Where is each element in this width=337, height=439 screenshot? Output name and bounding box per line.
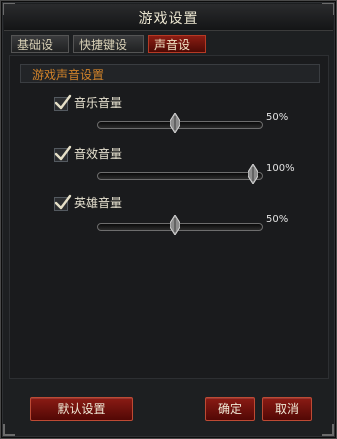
hero-volume-value: 50% bbox=[266, 214, 289, 225]
default-settings-button[interactable]: 默认设置 bbox=[30, 397, 133, 421]
hero-volume-slider[interactable] bbox=[97, 223, 263, 231]
tab-sound-settings[interactable]: 声音设置 bbox=[148, 35, 206, 70]
sound-effects-volume-label: 音效音量 bbox=[74, 147, 123, 161]
sound-effects-volume-slider-handle[interactable] bbox=[248, 164, 258, 184]
section-title: 游戏声音设置 bbox=[32, 68, 105, 82]
dialog-title: 游戏设置 bbox=[138, 11, 199, 27]
cancel-button[interactable]: 取消 bbox=[262, 397, 312, 421]
hero-volume-label: 英雄音量 bbox=[74, 196, 123, 210]
music-volume-slider-handle[interactable] bbox=[170, 113, 180, 133]
hero-volume-checkbox[interactable] bbox=[54, 194, 72, 211]
game-settings-dialog: 游戏设置 基础设置 快捷键设置 声音设置 游戏声音设置 音乐音量 50% 音效 bbox=[0, 0, 337, 439]
hero-volume-slider-handle[interactable] bbox=[170, 215, 180, 235]
checkmark-icon bbox=[54, 145, 72, 161]
music-volume-value: 50% bbox=[266, 112, 289, 123]
tab-basic-settings[interactable]: 基础设置 bbox=[11, 35, 69, 70]
sound-effects-volume-value: 100% bbox=[266, 163, 295, 174]
music-volume-slider[interactable] bbox=[97, 121, 263, 129]
confirm-button[interactable]: 确定 bbox=[205, 397, 255, 421]
title-bar[interactable]: 游戏设置 bbox=[4, 4, 333, 31]
corner-decoration bbox=[3, 424, 15, 436]
checkmark-icon bbox=[54, 194, 72, 210]
music-volume-label: 音乐音量 bbox=[74, 96, 123, 110]
tab-hotkey-settings[interactable]: 快捷键设置 bbox=[73, 35, 144, 70]
corner-decoration bbox=[322, 424, 334, 436]
checkmark-icon bbox=[54, 94, 72, 110]
sound-effects-volume-slider[interactable] bbox=[97, 172, 263, 180]
sound-effects-volume-checkbox[interactable] bbox=[54, 145, 72, 162]
section-header: 游戏声音设置 bbox=[20, 64, 320, 83]
music-volume-checkbox[interactable] bbox=[54, 94, 72, 111]
sound-settings-panel: 游戏声音设置 音乐音量 50% 音效音量 100% 英雄音量 50% bbox=[9, 55, 329, 379]
